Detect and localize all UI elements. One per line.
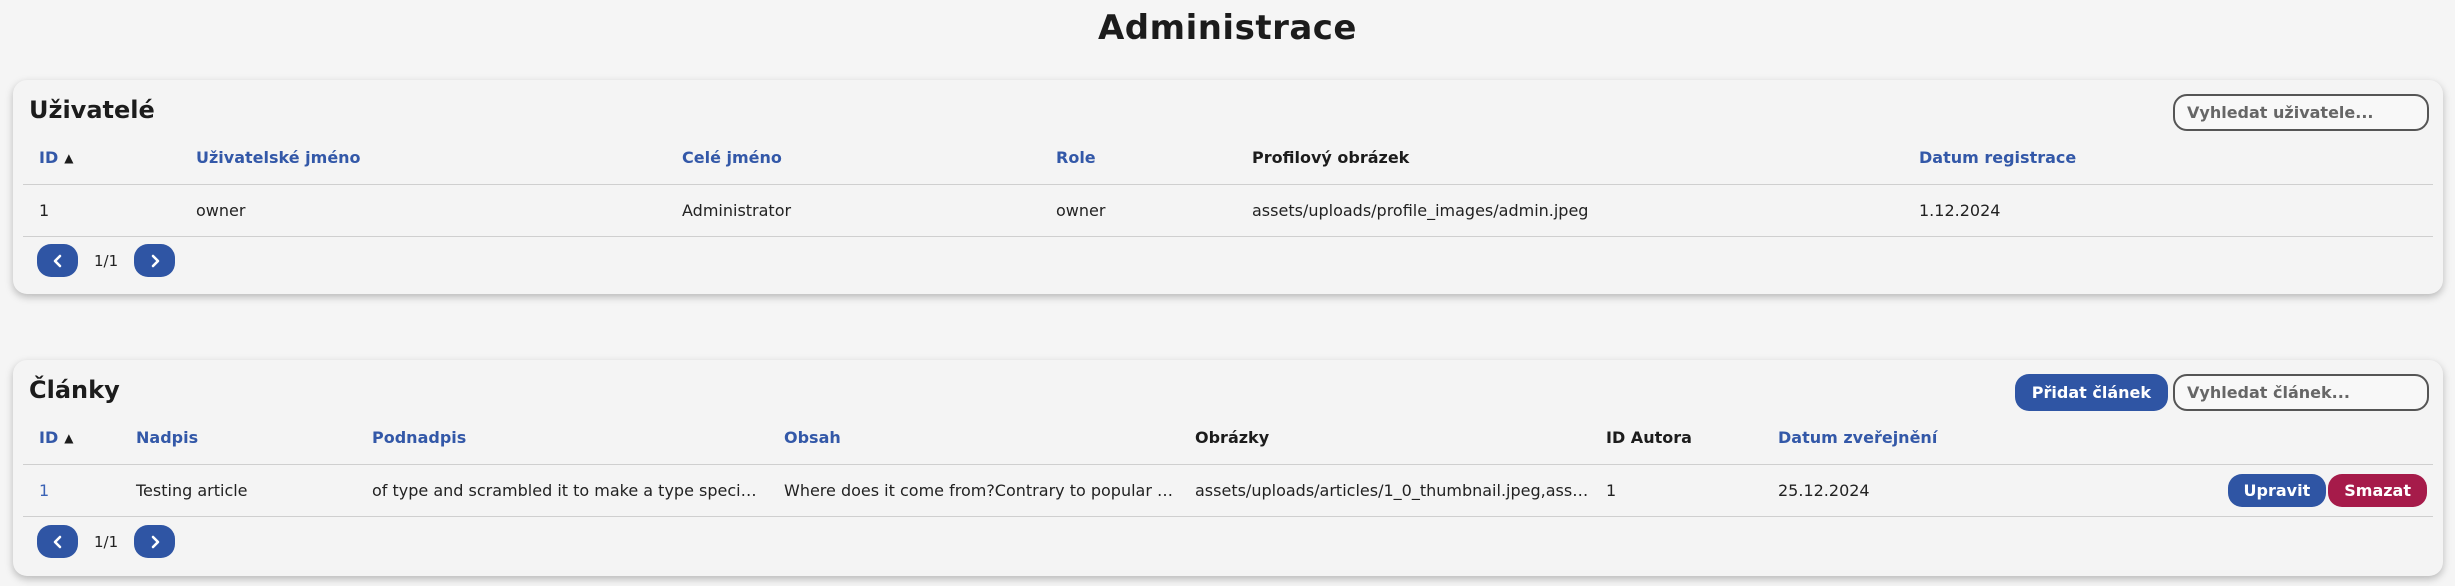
user-role: owner xyxy=(1040,184,1236,237)
users-next-page-button[interactable] xyxy=(134,244,176,277)
article-images: assets/uploads/articles/1_0_thumbnail.jp… xyxy=(1179,464,1590,517)
articles-search-input[interactable] xyxy=(2173,374,2429,411)
users-col-registered[interactable]: Datum registrace xyxy=(1903,132,2433,185)
users-table: ID ▲ Uživatelské jméno Celé jméno Role Pr… xyxy=(23,132,2433,237)
users-prev-page-button[interactable] xyxy=(37,244,78,277)
article-actions: Upravit Smazat xyxy=(2162,464,2433,517)
articles-table: ID ▲ Nadpis Podnadpis Obsah Obrázky ID Au… xyxy=(23,412,2433,517)
users-col-fullname[interactable]: Celé jméno xyxy=(666,132,1040,185)
articles-next-page-button[interactable] xyxy=(134,525,176,558)
users-page-info: 1/1 xyxy=(94,251,119,270)
chevron-left-icon xyxy=(53,254,61,267)
table-row: 1 owner Administrator owner assets/uploa… xyxy=(23,184,2433,237)
user-username: owner xyxy=(180,184,666,237)
sort-ascending-icon: ▲ xyxy=(64,151,74,166)
user-registered: 1.12.2024 xyxy=(1903,184,2433,237)
articles-pagination: 1/1 xyxy=(37,525,176,558)
users-col-id[interactable]: ID ▲ xyxy=(23,132,180,185)
users-search-input[interactable] xyxy=(2173,94,2429,131)
article-published: 25.12.2024 xyxy=(1762,464,2162,517)
articles-col-heading[interactable]: Nadpis xyxy=(120,412,356,465)
articles-col-actions xyxy=(2162,412,2433,465)
articles-col-author-id: ID Autora xyxy=(1590,412,1762,465)
delete-article-button[interactable]: Smazat xyxy=(2328,473,2427,507)
users-col-username[interactable]: Uživatelské jméno xyxy=(180,132,666,185)
table-row: 1 Testing article of type and scrambled … xyxy=(23,464,2433,517)
users-card: Uživatelé ID▲ Uživatelské jméno Celé jmé… xyxy=(13,80,2443,294)
edit-article-button[interactable]: Upravit xyxy=(2227,473,2327,507)
articles-col-published[interactable]: Datum zveřejnění xyxy=(1762,412,2162,465)
article-subheading: of type and scrambled it to make a type … xyxy=(356,464,768,517)
articles-table-header-row: ID ▲ Nadpis Podnadpis Obsah Obrázky ID Au… xyxy=(23,412,2433,465)
users-col-profile-image: Profilový obrázek xyxy=(1236,132,1903,185)
articles-col-images: Obrázky xyxy=(1179,412,1590,465)
chevron-right-icon xyxy=(151,254,159,267)
user-fullname: Administrator xyxy=(666,184,1040,237)
sort-ascending-icon: ▲ xyxy=(64,431,74,446)
article-id-link[interactable]: 1 xyxy=(23,464,120,517)
articles-page-info: 1/1 xyxy=(94,532,119,551)
add-article-button[interactable]: Přidat článek xyxy=(2014,374,2168,411)
users-col-role[interactable]: Role xyxy=(1040,132,1236,185)
user-profile-image: assets/uploads/profile_images/admin.jpeg xyxy=(1236,184,1903,237)
chevron-right-icon xyxy=(151,535,159,548)
article-content: Where does it come from?Contrary to popu… xyxy=(768,464,1179,517)
page-title: Administrace xyxy=(1097,8,1357,48)
article-author-id: 1 xyxy=(1590,464,1762,517)
articles-col-subheading[interactable]: Podnadpis xyxy=(356,412,768,465)
users-pagination: 1/1 xyxy=(37,244,176,277)
articles-title: Články xyxy=(29,376,120,404)
articles-card: Články Přidat článek ID▲ Nadpis Podnadpi… xyxy=(13,360,2443,576)
user-id: 1 xyxy=(23,184,180,237)
articles-col-id[interactable]: ID ▲ xyxy=(23,412,120,465)
articles-col-content[interactable]: Obsah xyxy=(768,412,1179,465)
users-title: Uživatelé xyxy=(29,96,155,124)
article-heading: Testing article xyxy=(120,464,356,517)
chevron-left-icon xyxy=(53,535,61,548)
articles-prev-page-button[interactable] xyxy=(37,525,78,558)
users-table-header-row: ID ▲ Uživatelské jméno Celé jméno Role Pr… xyxy=(23,132,2433,185)
